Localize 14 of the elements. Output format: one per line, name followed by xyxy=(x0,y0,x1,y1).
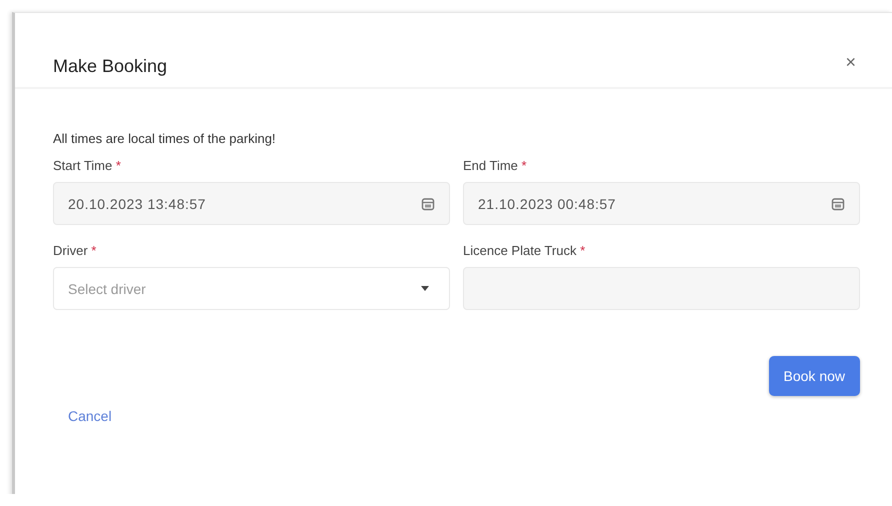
date-time-field[interactable]: 20.10.2023 13:48:57 xyxy=(53,182,450,225)
field-label: Driver * xyxy=(53,243,98,258)
field-label: End Time * xyxy=(463,158,528,173)
date-time-field[interactable]: 21.10.2023 00:48:57 xyxy=(463,182,860,225)
field-label: Start Time * xyxy=(53,158,122,173)
cancel-link[interactable]: Cancel xyxy=(68,408,112,424)
field-label: Licence Plate Truck * xyxy=(463,243,586,258)
caret-icon xyxy=(421,286,429,291)
calendar-icon[interactable] xyxy=(831,196,845,210)
calendar-icon[interactable] xyxy=(421,196,435,210)
notice-text: All times are local times of the parking! xyxy=(53,131,277,146)
book-now-button[interactable]: Book now xyxy=(768,356,860,396)
close-button[interactable]: × xyxy=(841,53,860,71)
dialog-title: Make Booking xyxy=(53,56,168,76)
